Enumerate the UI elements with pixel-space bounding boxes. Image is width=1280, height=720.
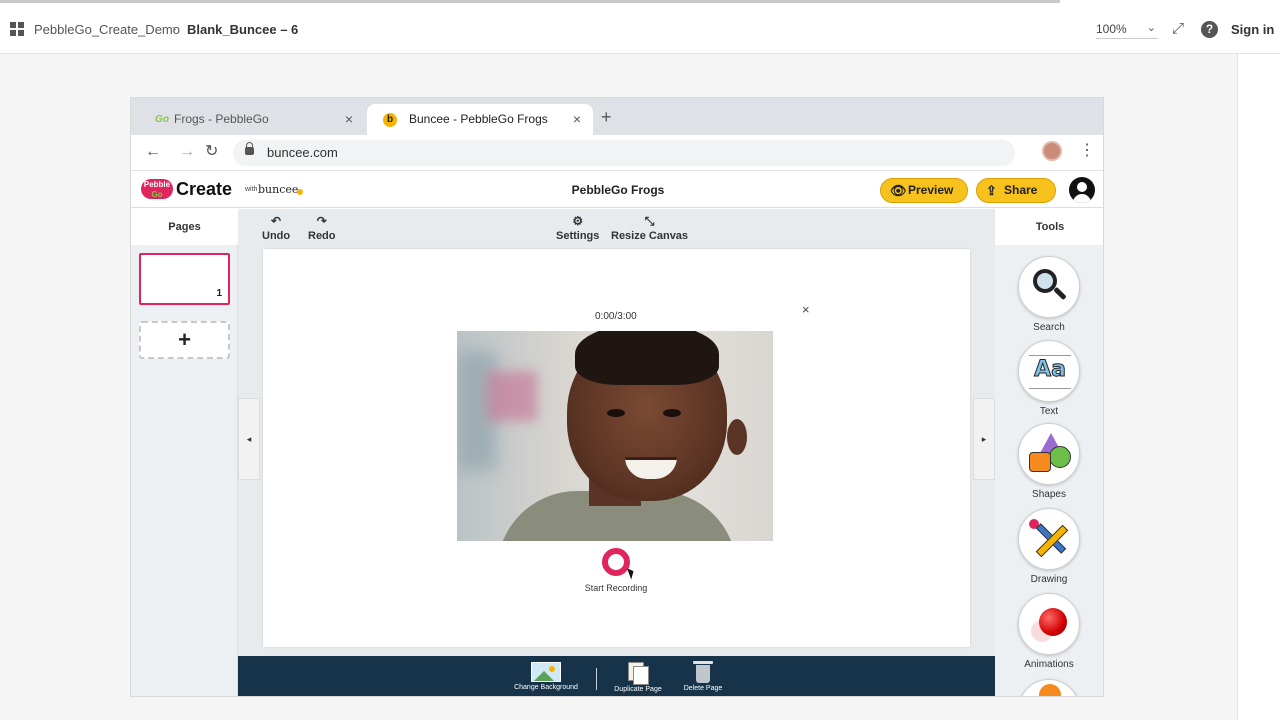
profile-avatar[interactable]	[1042, 141, 1062, 161]
load-progress-bar	[0, 0, 1060, 3]
breadcrumb-separator-icon: ›	[172, 21, 177, 36]
preview-button[interactable]: 👁 Preview	[880, 178, 968, 203]
delete-page-button[interactable]: Delete Page	[678, 661, 728, 692]
share-button[interactable]: ⇪ Share	[976, 178, 1056, 203]
undo-button[interactable]: ↶ Undo	[262, 215, 290, 242]
next-page-handle[interactable]: ▸	[973, 398, 995, 480]
pebblego-favicon-icon: Go	[155, 114, 169, 125]
share-icon: ⇪	[986, 183, 997, 198]
new-tab-button[interactable]: +	[601, 107, 612, 127]
duplicate-page-label: Duplicate Page	[614, 686, 662, 693]
gear-icon: ⚙	[572, 214, 584, 228]
settings-label: Settings	[556, 230, 600, 242]
page-number: 1	[216, 288, 222, 299]
page-actions-bar: Change Background Duplicate Page Delete …	[238, 656, 995, 696]
pages-header: Pages	[131, 209, 238, 245]
tool-animations[interactable]: Animations	[1018, 593, 1080, 670]
add-page-button[interactable]: +	[139, 321, 230, 359]
browser-tabstrip: Go Frogs - PebbleGo × b Buncee - PebbleG…	[131, 98, 1103, 135]
tool-label: Shapes	[1032, 489, 1066, 500]
start-recording-label: Start Recording	[584, 583, 648, 593]
help-icon[interactable]: ?	[1201, 21, 1218, 38]
resize-icon: ⤡	[644, 214, 655, 228]
forward-arrow-icon[interactable]: →	[179, 143, 195, 161]
page-thumbnail[interactable]: 1	[139, 253, 230, 305]
browser-toolbar: ← → ↻ buncee.com ⋮	[131, 135, 1103, 171]
canvas-workarea: ↶ Undo ↷ Redo ⚙ Settings ⤡ Resize Canvas…	[238, 209, 995, 696]
delete-page-label: Delete Page	[683, 685, 723, 692]
close-tab-icon[interactable]: ×	[345, 104, 353, 135]
tab-buncee[interactable]: b Buncee - PebbleGo Frogs ×	[367, 104, 593, 135]
duplicate-icon	[628, 662, 649, 685]
change-background-label: Change Background	[514, 684, 578, 691]
page-canvas[interactable]: 0:00/3:00 × Start Recording	[263, 249, 970, 647]
breadcrumb-parent[interactable]: PebbleGo_Create_Demo	[34, 22, 180, 37]
tools-header: Tools	[995, 209, 1103, 245]
tool-label: Drawing	[1030, 574, 1068, 585]
buncee-favicon-icon: b	[383, 113, 397, 127]
right-scroll-strip	[1237, 54, 1280, 720]
duplicate-page-button[interactable]: Duplicate Page	[610, 662, 666, 693]
redo-button[interactable]: ↷ Redo	[308, 215, 336, 242]
chevron-down-icon: ⌄	[1146, 22, 1156, 34]
zoom-value: 100%	[1096, 22, 1127, 36]
tab-title: Buncee - PebbleGo Frogs	[409, 112, 548, 126]
address-bar[interactable]: buncee.com	[233, 140, 1015, 166]
tool-label: Text	[1039, 406, 1059, 417]
settings-button[interactable]: ⚙ Settings	[556, 215, 599, 242]
apps-grid-icon[interactable]	[10, 22, 24, 36]
tab-frogs-pebblego[interactable]: Go Frogs - PebbleGo ×	[137, 104, 365, 135]
preview-label: Preview	[908, 183, 954, 197]
animations-icon	[1018, 593, 1080, 655]
undo-label: Undo	[262, 230, 291, 242]
sign-in-link[interactable]: Sign in	[1231, 22, 1274, 37]
back-arrow-icon[interactable]: ←	[145, 143, 161, 161]
drawing-icon	[1018, 508, 1080, 570]
recording-timer: 0:00/3:00	[595, 311, 637, 322]
resize-label: Resize Canvas	[611, 230, 689, 242]
tool-shapes[interactable]: Shapes	[1018, 423, 1080, 500]
divider	[596, 668, 597, 690]
webcam-preview	[457, 331, 773, 541]
pages-panel: Pages 1 +	[131, 209, 238, 696]
start-recording-button[interactable]	[602, 548, 630, 576]
share-label: Share	[1004, 183, 1038, 197]
change-background-button[interactable]: Change Background	[508, 662, 584, 691]
browser-menu-icon[interactable]: ⋮	[1079, 141, 1095, 161]
prev-page-handle[interactable]: ◂	[238, 398, 260, 480]
close-tab-icon[interactable]: ×	[573, 104, 581, 135]
tool-search[interactable]: Search	[1018, 256, 1080, 333]
tab-title: Frogs - PebbleGo	[174, 112, 269, 126]
viewer-topbar: PebbleGo_Create_Demo › Blank_Buncee – 6 …	[0, 0, 1280, 54]
tool-drawing[interactable]: Drawing	[1018, 508, 1080, 585]
tool-text[interactable]: Aa Text	[1018, 340, 1080, 417]
tools-panel: Tools Search Aa Text Shapes Drawing Anim…	[995, 209, 1103, 696]
mouse-cursor-icon	[627, 566, 636, 580]
embedded-browser-frame: Go Frogs - PebbleGo × b Buncee - PebbleG…	[130, 97, 1104, 697]
text-aa-icon: Aa	[1034, 357, 1067, 383]
redo-icon: ↷	[316, 214, 327, 228]
landscape-icon	[531, 662, 561, 682]
undo-icon: ↶	[271, 214, 282, 228]
more-tool-icon	[1018, 679, 1080, 696]
fullscreen-icon[interactable]: ⤢	[1172, 21, 1188, 37]
app-header: Pebble Go Create with buncee PebbleGo Fro…	[131, 172, 1103, 208]
resize-canvas-button[interactable]: ⤡ Resize Canvas	[611, 215, 688, 242]
eye-icon: 👁	[890, 183, 907, 198]
zoom-select[interactable]: 100% ⌄	[1096, 22, 1158, 39]
tool-label: Animations	[1024, 659, 1074, 670]
trash-icon	[693, 661, 713, 683]
tool-label: Search	[1033, 322, 1065, 333]
reload-icon[interactable]: ↻	[205, 143, 218, 161]
breadcrumb-current: Blank_Buncee – 6	[187, 22, 299, 37]
lock-icon	[245, 142, 254, 155]
account-avatar-icon[interactable]	[1069, 177, 1095, 203]
close-recorder-icon[interactable]: ×	[802, 302, 810, 317]
tool-more[interactable]	[1018, 679, 1080, 696]
url-text: buncee.com	[267, 145, 338, 160]
shapes-icon	[1018, 423, 1080, 485]
redo-label: Redo	[308, 230, 336, 242]
